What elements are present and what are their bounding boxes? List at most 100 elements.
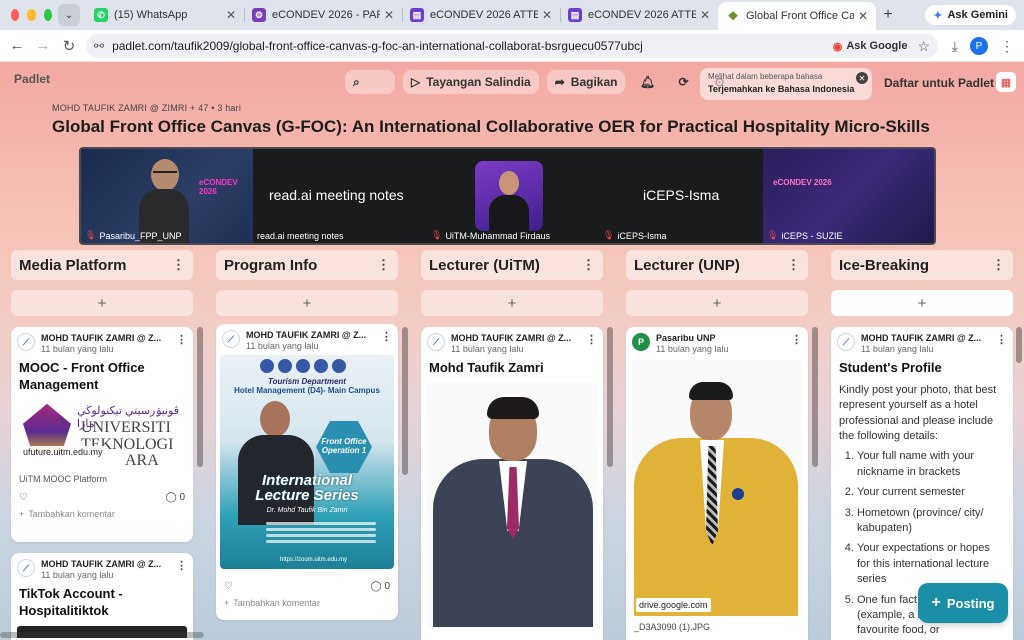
close-icon[interactable]: ✕ [856, 72, 868, 84]
bookmark-star-icon[interactable]: ☆ [917, 38, 930, 55]
column-scrollbar[interactable] [607, 327, 613, 467]
add-post-button[interactable]: + [831, 290, 1013, 316]
meeting-tile-pasaribu: eCONDEV 2026 🎙︎ Pasaribu_FPP_UNP [81, 149, 253, 243]
translate-banner[interactable]: Melihat dalam beberapa bahasa Terjemahka… [700, 68, 872, 100]
board-horizontal-scrollbar[interactable] [0, 632, 204, 638]
address-bar-row: ← → ↻ ⚯ padlet.com/taufik2009/global-fro… [0, 30, 1024, 62]
event-poster-image[interactable]: Tourism Department Hotel Management (D4)… [220, 355, 394, 569]
lecturer-photo[interactable] [427, 382, 597, 627]
meeting-screenshot: eCONDEV 2026 🎙︎ Pasaribu_FPP_UNP read.ai … [79, 147, 936, 245]
more-vert-icon[interactable]: ⋮ [586, 333, 597, 346]
ask-gemini-button[interactable]: ✦ Ask Gemini [925, 5, 1016, 25]
window-controls [0, 9, 52, 21]
minimize-window-button[interactable] [27, 9, 36, 21]
more-vert-icon[interactable]: ⋮ [791, 333, 802, 346]
arrow-right-icon: → [35, 37, 51, 54]
remake-button[interactable]: ⟳ [669, 70, 697, 94]
tab-padlet[interactable]: ❖ Global Front Office Canvas ✕ [718, 2, 876, 30]
site-settings-icon[interactable]: ⚯ [94, 39, 104, 53]
column-header: Program Info ⋮ [216, 250, 398, 280]
poster-url: https://zoom.uitm.edu.my [280, 557, 348, 563]
close-window-button[interactable] [11, 9, 20, 21]
tab-econdev-participant[interactable]: ⚙ eCONDEV 2026 - PARTICIP ✕ [244, 2, 402, 28]
url-field[interactable]: ⚯ padlet.com/taufik2009/global-front-off… [86, 34, 938, 58]
more-vert-icon[interactable]: ⋮ [377, 257, 390, 273]
column-scrollbar[interactable] [197, 327, 203, 467]
tab-econdev-attendance-2[interactable]: ▤ eCONDEV 2026 ATTENDAN ✕ [560, 2, 718, 28]
plus-icon: + [931, 594, 941, 611]
slideshow-button[interactable]: ▷ Tayangan Salindia [403, 70, 539, 94]
new-tab-button[interactable]: + [876, 6, 900, 24]
search-button[interactable]: ⌕ [345, 70, 395, 94]
more-vert-icon[interactable]: ⋮ [582, 257, 595, 273]
padlet-logo[interactable]: Padlet [14, 72, 50, 86]
participant-label: 🎙︎ iCEPS - SUZIE [767, 230, 843, 241]
tab-whatsapp[interactable]: ✆ (15) WhatsApp ✕ [86, 2, 244, 28]
notifications-button[interactable]: 🔔︎ [633, 70, 661, 94]
more-vert-icon[interactable]: ⋮ [1000, 38, 1014, 55]
column-scrollbar[interactable] [1016, 327, 1022, 363]
maximize-window-button[interactable] [43, 9, 52, 21]
more-vert-icon[interactable]: ⋮ [172, 257, 185, 273]
heart-icon[interactable]: ♡ [19, 492, 28, 503]
chevron-down-icon: ⌄ [64, 9, 74, 21]
link-source: UiTM MOOC Platform [19, 473, 108, 484]
posting-button[interactable]: + Posting [918, 583, 1008, 623]
more-vert-icon[interactable]: ⋮ [992, 257, 1005, 273]
play-icon: ▷ [411, 75, 421, 89]
tab-econdev-attendance-1[interactable]: ▤ eCONDEV 2026 ATTENDAN ✕ [402, 2, 560, 28]
heart-icon[interactable]: ♡ [224, 581, 233, 592]
more-vert-icon[interactable]: ⋮ [176, 559, 187, 572]
back-button[interactable]: ← [4, 37, 30, 54]
post-card[interactable]: ⟋ MOHD TAUFIK ZAMRI @ Z... 11 bulan yang… [216, 324, 398, 620]
url-text[interactable]: padlet.com/taufik2009/global-front-offic… [112, 39, 643, 53]
column-lecturer-uitm: Lecturer (UiTM) ⋮ + ⟋ MOHD TAUFIK ZAMRI … [421, 250, 603, 640]
lecturer-photo[interactable]: drive.google.com [632, 360, 802, 616]
add-post-button[interactable]: + [421, 290, 603, 316]
more-vert-icon[interactable]: ⋮ [176, 333, 187, 346]
close-icon[interactable]: ✕ [700, 8, 710, 22]
post-card[interactable]: ⟋ MOHD TAUFIK ZAMRI @ Z... 11 bulan yang… [11, 553, 193, 640]
comment-count[interactable]: ◯ 0 [165, 492, 185, 503]
reload-button[interactable]: ↻ [56, 37, 82, 55]
download-icon[interactable]: ⤓ [952, 38, 958, 55]
poster-course-badge: Front Office Operation 1 [316, 421, 372, 473]
add-comment-field[interactable]: + Tambahkan komentar [11, 503, 193, 525]
browser-actions: ⤓ P ⋮ [952, 37, 1014, 55]
ask-google-button[interactable]: ◉ Ask Google [833, 40, 908, 53]
translate-action[interactable]: Terjemahkan ke Bahasa Indonesia [708, 84, 864, 94]
more-vert-icon[interactable]: ⋮ [787, 257, 800, 273]
add-comment-field[interactable]: + Tambahkan komentar [216, 592, 398, 614]
post-time: 11 bulan yang lalu [41, 344, 114, 354]
avatar: ⟋ [837, 333, 855, 351]
post-card[interactable]: ⟋ MOHD TAUFIK ZAMRI @ Z... 11 bulan yang… [11, 327, 193, 542]
add-post-button[interactable]: + [216, 290, 398, 316]
tab-search-button[interactable]: ⌄ [58, 4, 80, 26]
add-post-button[interactable]: + [11, 290, 193, 316]
share-button[interactable]: ➦ Bagikan [546, 70, 626, 94]
close-icon[interactable]: ✕ [858, 9, 868, 23]
poster-dept: Tourism Department [268, 377, 346, 386]
gift-icon[interactable]: ▦ [996, 72, 1016, 92]
more-vert-icon[interactable]: ⋮ [996, 333, 1007, 346]
link-preview-image[interactable]: ڤونيۏرسيتي تيكنولوڬي مارا UNIVERSITI TEKN… [19, 401, 185, 469]
forward-button[interactable]: → [30, 37, 56, 54]
post-title: Student's Profile [839, 360, 942, 375]
post-card[interactable]: P Pasaribu UNP 11 bulan yang lalu ⋮ driv… [626, 327, 808, 640]
column-scrollbar[interactable] [812, 327, 818, 467]
profile-avatar[interactable]: P [970, 37, 988, 55]
post-author: MOHD TAUFIK ZAMRI @ Z... [861, 333, 982, 343]
board-byline: MOHD TAUFIK ZAMRI @ ZIMRI + 47 • 3 hari [52, 103, 242, 113]
close-icon[interactable]: ✕ [542, 8, 552, 22]
signup-link[interactable]: Daftar untuk Padlet [884, 76, 994, 90]
post-card[interactable]: ⟋ MOHD TAUFIK ZAMRI @ Z... 11 bulan yang… [421, 327, 603, 640]
column-scrollbar[interactable] [402, 327, 408, 475]
participant-label: 🎙︎ iCEPS-Isma [603, 230, 667, 241]
close-icon[interactable]: ✕ [226, 8, 236, 22]
comment-count[interactable]: ◯ 0 [370, 581, 390, 592]
close-icon[interactable]: ✕ [384, 8, 394, 22]
add-post-button[interactable]: + [626, 290, 808, 316]
form-icon: ▤ [410, 8, 424, 22]
comment-icon: ◯ [165, 491, 177, 503]
more-vert-icon[interactable]: ⋮ [381, 330, 392, 343]
